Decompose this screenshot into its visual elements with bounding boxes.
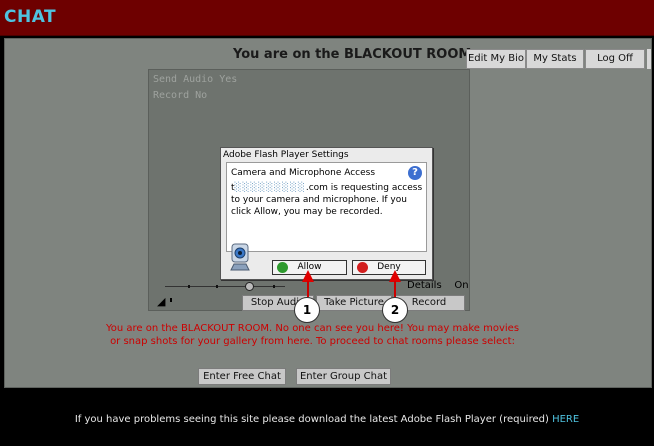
webcam-icon bbox=[230, 243, 250, 271]
slider-tick bbox=[188, 285, 190, 288]
footer-notice: If you have problems seeing this site pl… bbox=[0, 414, 654, 425]
blurred-domain: ░░░░░░░░░ bbox=[234, 183, 306, 193]
scroll-edge bbox=[647, 49, 651, 69]
flash-download-link[interactable]: HERE bbox=[552, 414, 579, 425]
footer-text: If you have problems seeing this site pl… bbox=[74, 414, 553, 425]
zoom-slider-track[interactable] bbox=[165, 286, 285, 287]
slider-knob[interactable] bbox=[245, 282, 254, 291]
dialog-message: t░░░░░░░░░.com is requesting access to y… bbox=[231, 182, 423, 218]
take-picture-button[interactable]: Take Picture bbox=[316, 295, 392, 311]
details-label: Details bbox=[407, 280, 442, 291]
dialog-body: Camera and Microphone Access ? t░░░░░░░░… bbox=[226, 162, 427, 252]
details-value: On bbox=[454, 280, 469, 291]
domain-suffix: .com bbox=[305, 183, 328, 193]
callout-badge-2: 2 bbox=[382, 297, 408, 323]
help-icon[interactable]: ? bbox=[408, 166, 422, 180]
callout-line-2 bbox=[394, 281, 396, 297]
speaker-icon[interactable]: ◢ bbox=[157, 295, 165, 308]
enter-group-chat-button[interactable]: Enter Group Chat bbox=[296, 368, 391, 385]
details-toggle[interactable]: Details On bbox=[407, 280, 469, 291]
room-title: You are on the BLACKOUT ROOM bbox=[233, 47, 472, 62]
slider-tick bbox=[273, 285, 275, 288]
edit-bio-button[interactable]: Edit My Bio bbox=[466, 49, 526, 69]
callout-badge-1: 1 bbox=[294, 297, 320, 323]
dialog-title: Adobe Flash Player Settings bbox=[223, 150, 349, 160]
record-status: Record No bbox=[153, 90, 208, 101]
slider-tick bbox=[216, 285, 218, 288]
dialog-heading: Camera and Microphone Access bbox=[231, 168, 376, 178]
volume-indicator bbox=[170, 298, 172, 302]
room-notice: You are on the BLACKOUT ROOM. No one can… bbox=[105, 323, 520, 347]
log-off-button[interactable]: Log Off bbox=[585, 49, 645, 69]
callout-line-1 bbox=[307, 281, 309, 297]
header-bar: CHAT bbox=[0, 0, 654, 36]
app-title: CHAT bbox=[4, 7, 57, 27]
enter-free-chat-button[interactable]: Enter Free Chat bbox=[198, 368, 286, 385]
flash-settings-dialog: Adobe Flash Player Settings Camera and M… bbox=[220, 147, 433, 280]
send-audio-status: Send Audio Yes bbox=[153, 74, 238, 85]
my-stats-button[interactable]: My Stats bbox=[526, 49, 584, 69]
